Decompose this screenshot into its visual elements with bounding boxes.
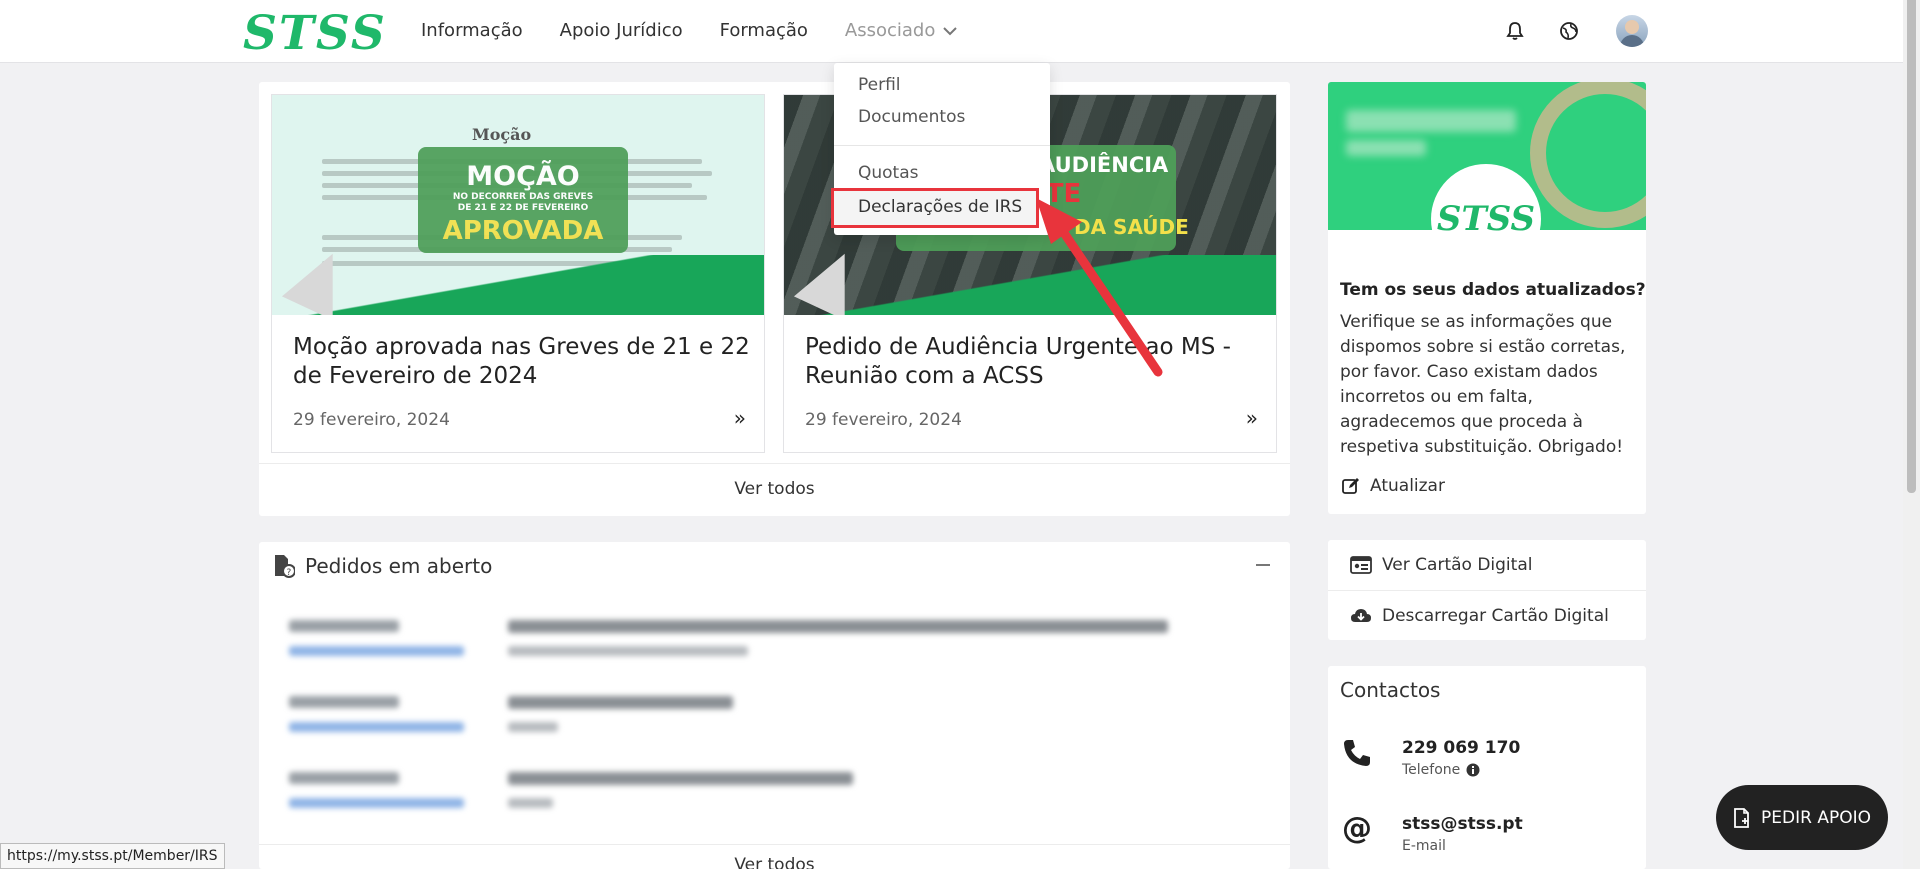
menu-divider <box>834 145 1050 146</box>
download-digital-card-label: Descarregar Cartão Digital <box>1382 605 1609 626</box>
news-card[interactable]: Moção MOÇÃO NO DECORRER DAS GREVES DE 21… <box>271 94 765 453</box>
news-see-all-link[interactable]: Ver todos <box>259 463 1290 516</box>
contacts-panel: Contactos 229 069 170 Telefone @ stss@st… <box>1328 666 1646 869</box>
request-support-label: PEDIR APOIO <box>1761 807 1871 828</box>
edit-icon <box>1342 478 1359 494</box>
request-support-button[interactable]: PEDIR APOIO <box>1716 785 1888 850</box>
phone-icon <box>1344 740 1370 766</box>
profile-text: Verifique se as informações que dispomos… <box>1340 312 1626 457</box>
status-bar-url: https://my.stss.pt/Member/IRS <box>0 843 225 869</box>
news-panel: Moção MOÇÃO NO DECORRER DAS GREVES DE 21… <box>259 82 1290 516</box>
badge-line: DA SAÚDE <box>1074 215 1189 239</box>
menu-item-perfil[interactable]: Perfil <box>858 75 901 95</box>
open-requests-header: ? Pedidos em aberto <box>273 554 492 578</box>
at-icon: @ <box>1342 811 1372 846</box>
scrollbar-thumb[interactable] <box>1907 0 1916 493</box>
contact-email-label: E-mail <box>1402 838 1446 854</box>
news-card-image: Moção MOÇÃO NO DECORRER DAS GREVES DE 21… <box>272 95 764 315</box>
requests-see-all-link[interactable]: Ver todos <box>259 844 1290 869</box>
contacts-title: Contactos <box>1340 678 1441 702</box>
table-row[interactable] <box>283 764 1273 824</box>
nav-associado[interactable]: Associado <box>844 20 958 41</box>
news-card-date: 29 fevereiro, 2024 <box>293 410 450 430</box>
open-requests-panel: ? Pedidos em aberto Ver todos <box>259 542 1290 869</box>
cloud-download-icon <box>1351 608 1371 622</box>
news-image-badge: MOÇÃO NO DECORRER DAS GREVES DE 21 E 22 … <box>418 147 628 253</box>
document-icon <box>1734 807 1749 828</box>
id-card-icon <box>1350 556 1372 574</box>
bell-icon[interactable] <box>1502 18 1528 44</box>
news-card-date: 29 fevereiro, 2024 <box>805 410 962 430</box>
menu-item-documentos[interactable]: Documentos <box>858 107 965 127</box>
nav-apoio-juridico[interactable]: Apoio Jurídico <box>560 20 683 41</box>
contact-phone-label: Telefone <box>1402 762 1461 778</box>
menu-item-quotas[interactable]: Quotas <box>858 163 919 183</box>
profile-logo: STSS <box>1431 164 1541 274</box>
collapse-icon[interactable] <box>1256 564 1270 566</box>
update-button[interactable]: Atualizar <box>1342 476 1445 496</box>
contact-phone-value: 229 069 170 <box>1402 738 1521 758</box>
news-card-title[interactable]: Pedido de Audiência Urgente ao MS - Reun… <box>805 333 1265 391</box>
nav-informacao[interactable]: Informação <box>421 20 523 41</box>
main-nav: Informação Apoio Jurídico Formação Assoc… <box>421 20 958 41</box>
user-avatar[interactable] <box>1616 15 1648 47</box>
contact-phone[interactable]: 229 069 170 Telefone <box>1342 738 1520 778</box>
page-scrollbar[interactable] <box>1903 0 1920 869</box>
badge-line: MOÇÃO <box>466 161 580 192</box>
open-requests-title: Pedidos em aberto <box>305 554 493 578</box>
badge-line: APROVADA <box>442 216 604 246</box>
nav-associado-label: Associado <box>844 20 936 41</box>
info-icon[interactable] <box>1466 763 1480 777</box>
view-digital-card-label: Ver Cartão Digital <box>1382 555 1533 575</box>
update-label: Atualizar <box>1370 476 1445 496</box>
digital-card-panel: Ver Cartão Digital Descarregar Cartão Di… <box>1328 540 1646 640</box>
badge-line: DE 21 E 22 DE FEVEREIRO <box>457 203 589 213</box>
stss-logo[interactable]: STSS <box>243 6 387 61</box>
top-navbar: STSS Informação Apoio Jurídico Formação … <box>0 0 1903 63</box>
contact-email[interactable]: @ stss@stss.pt E-mail <box>1342 811 1523 855</box>
doc-heading: Moção <box>472 125 532 144</box>
svg-text:?: ? <box>287 568 292 578</box>
download-digital-card-button[interactable]: Descarregar Cartão Digital <box>1328 590 1646 640</box>
news-card-title[interactable]: Moção aprovada nas Greves de 21 e 22 de … <box>293 333 753 391</box>
table-row[interactable] <box>283 688 1273 748</box>
associado-dropdown-menu: Perfil Documentos Quotas Declarações de … <box>831 63 1050 235</box>
nav-formacao[interactable]: Formação <box>720 20 808 41</box>
table-row[interactable] <box>283 612 1273 672</box>
contact-phone-label-row: Telefone <box>1402 762 1520 778</box>
file-question-icon: ? <box>275 555 295 578</box>
contact-email-value: stss@stss.pt <box>1402 814 1523 834</box>
profile-card: STSS Tem os seus dados atualizados? Veri… <box>1328 82 1646 514</box>
view-digital-card-button[interactable]: Ver Cartão Digital <box>1328 540 1646 590</box>
globe-icon[interactable] <box>1556 18 1582 44</box>
double-chevron-right-icon[interactable]: » <box>734 406 746 430</box>
double-chevron-right-icon[interactable]: » <box>1246 406 1258 430</box>
profile-question: Tem os seus dados atualizados? <box>1340 280 1646 300</box>
badge-line: NO DECORRER DAS GREVES <box>452 192 594 202</box>
badge-line: AUDIÊNCIA <box>1039 153 1169 177</box>
chevron-down-icon <box>943 26 958 35</box>
menu-item-declaracoes-irs[interactable]: Declarações de IRS <box>858 197 1022 217</box>
